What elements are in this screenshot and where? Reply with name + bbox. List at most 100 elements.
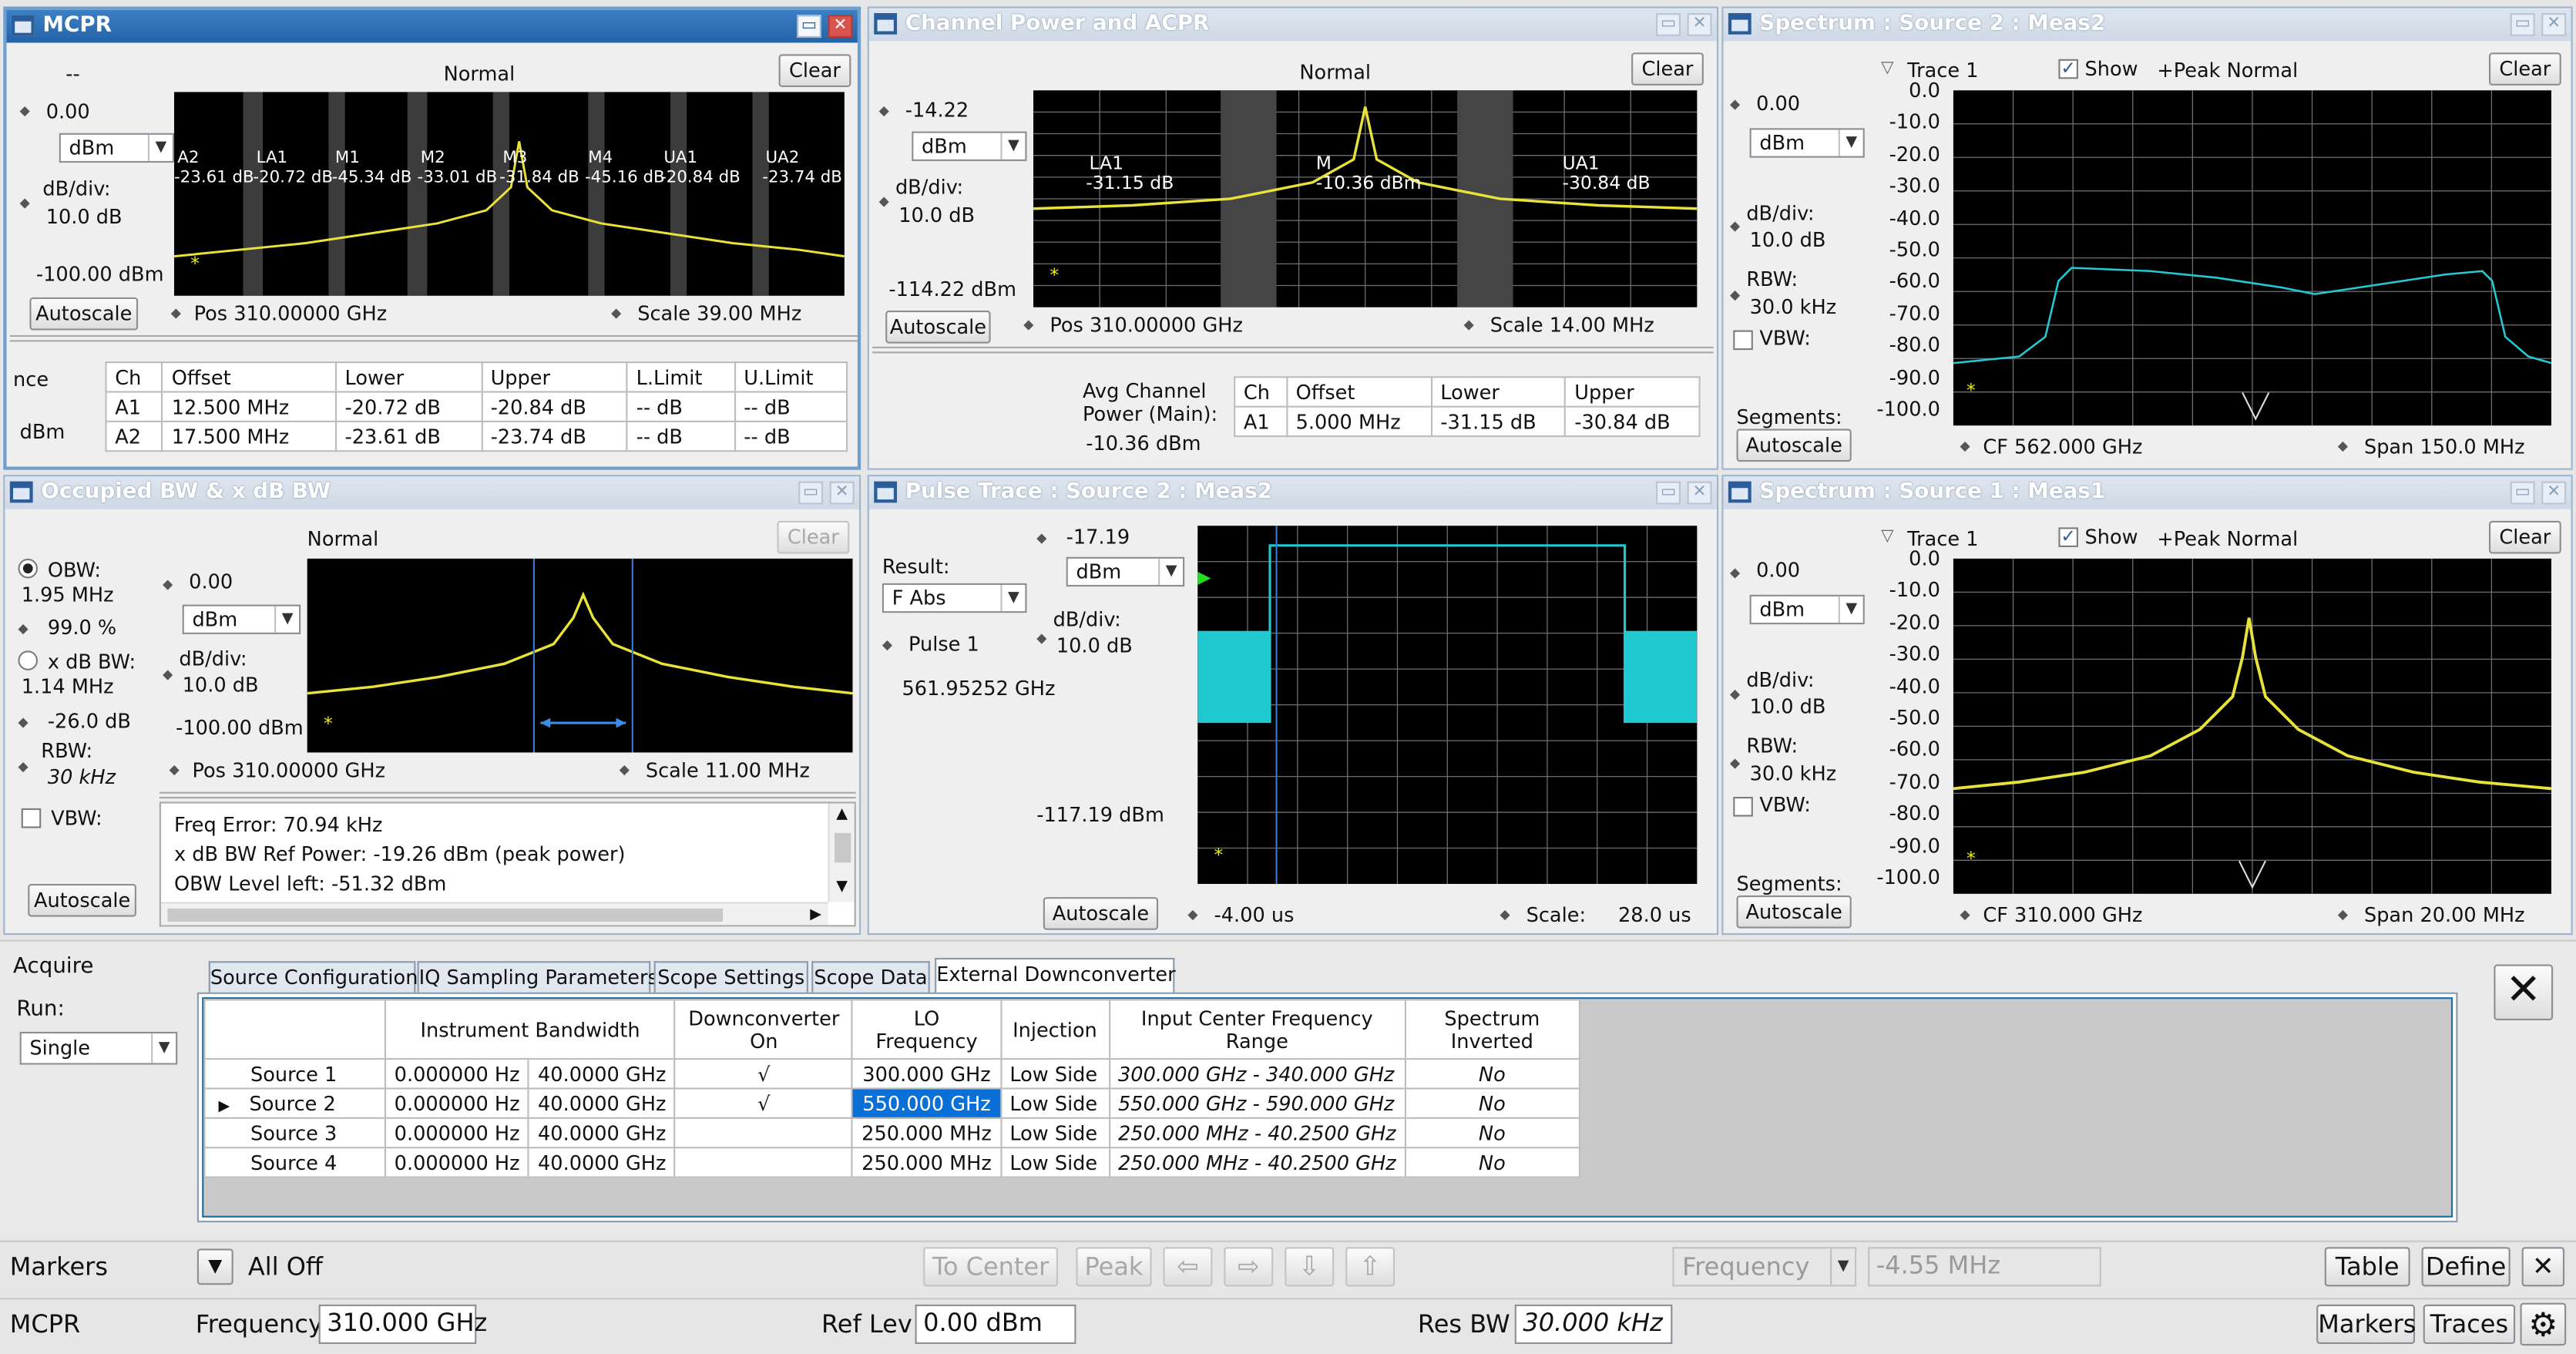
spin-icon[interactable]: ◆ bbox=[1023, 317, 1033, 331]
table-row[interactable]: Source 1 0.000000 Hz 40.0000 GHz √ 300.000 G… bbox=[203, 1058, 1580, 1090]
horizontal-scrollbar[interactable]: ▶ bbox=[160, 902, 828, 927]
rbw-value[interactable]: 30 kHz bbox=[48, 766, 116, 789]
mcpr-plot[interactable]: * A2-23.61 dBLA1-20.72 dBM1-45.34 dBM2-3… bbox=[173, 92, 845, 296]
tab-scope-settings[interactable]: Scope Settings bbox=[653, 961, 808, 994]
autoscale-button[interactable]: Autoscale bbox=[1043, 897, 1159, 930]
downconverter-on[interactable] bbox=[674, 1117, 854, 1149]
ref-level-value[interactable]: 0.00 bbox=[46, 100, 90, 123]
all-off-label[interactable]: All Off bbox=[248, 1253, 323, 1282]
spin-icon[interactable]: ◆ bbox=[18, 621, 28, 636]
pulse-titlebar[interactable]: Pulse Trace : Source 2 : Meas2 ▭ ✕ bbox=[868, 476, 1717, 509]
autoscale-button[interactable]: Autoscale bbox=[28, 884, 136, 917]
center-frequency[interactable]: CF 562.000 GHz bbox=[1983, 435, 2142, 459]
result-select[interactable]: F Abs ▼ bbox=[882, 583, 1027, 613]
center-position[interactable]: Pos 310.00000 GHz bbox=[192, 759, 385, 782]
clear-button[interactable]: Clear bbox=[777, 520, 850, 554]
spectrum-inverted[interactable]: No bbox=[1404, 1058, 1580, 1090]
spec2-plot[interactable]: * bbox=[1953, 90, 2551, 426]
spin-icon[interactable]: ◆ bbox=[170, 762, 180, 777]
unit-select[interactable]: dBm ▼ bbox=[1749, 594, 1865, 625]
mcpr-titlebar[interactable]: MCPR ▭ ✕ bbox=[6, 9, 858, 43]
spin-icon[interactable]: ◆ bbox=[171, 306, 181, 321]
close-button[interactable]: ✕ bbox=[2541, 13, 2567, 36]
dbdiv-value[interactable]: 10.0 dB bbox=[898, 203, 975, 227]
spin-icon[interactable]: ◆ bbox=[1464, 317, 1474, 331]
obw-plot[interactable]: * bbox=[307, 558, 853, 753]
span-value[interactable]: Span 150.0 MHz bbox=[2364, 435, 2525, 459]
ref-level-value[interactable]: 0.00 bbox=[1756, 559, 1800, 582]
frequency-field[interactable]: 310.000 GHz bbox=[318, 1304, 487, 1344]
vbw-checkbox[interactable] bbox=[1733, 797, 1753, 817]
spin-icon[interactable]: ◆ bbox=[163, 576, 173, 591]
ref-level-value[interactable]: -17.19 bbox=[1066, 526, 1130, 549]
arrow-left-button[interactable]: ⇦ bbox=[1163, 1247, 1213, 1287]
bandwidth-max[interactable]: 40.0000 GHz bbox=[528, 1058, 677, 1090]
bandwidth-min[interactable]: 0.000000 Hz bbox=[384, 1117, 530, 1149]
bandwidth-max[interactable]: 40.0000 GHz bbox=[528, 1087, 677, 1119]
show-checkbox[interactable]: ✓ bbox=[2058, 59, 2078, 79]
table-button[interactable]: Table bbox=[2324, 1247, 2410, 1287]
clear-button[interactable]: Clear bbox=[1631, 52, 1704, 86]
spin-icon[interactable]: ◆ bbox=[879, 103, 889, 118]
vertical-scrollbar[interactable]: ▲ ▼ bbox=[828, 803, 855, 902]
settings-button[interactable]: ⚙ bbox=[2520, 1302, 2567, 1346]
dbdiv-value[interactable]: 10.0 dB bbox=[46, 206, 123, 229]
injection[interactable]: Low Side bbox=[999, 1117, 1110, 1149]
table-row[interactable]: Source 3 0.000000 Hz 40.0000 GHz 250.000 MH… bbox=[203, 1117, 1580, 1149]
spectrum-inverted[interactable]: No bbox=[1404, 1087, 1580, 1119]
spin-icon[interactable]: ◆ bbox=[879, 194, 889, 209]
pulse-plot[interactable]: * bbox=[1197, 526, 1698, 885]
tab-iq-sampling-parameters[interactable]: IQ Sampling Parameters bbox=[417, 961, 658, 994]
autoscale-button[interactable]: Autoscale bbox=[29, 297, 139, 331]
center-frequency[interactable]: CF 310.000 GHz bbox=[1983, 904, 2142, 927]
close-panel-button[interactable]: ✕ bbox=[2494, 964, 2554, 1020]
spectrum-inverted[interactable]: No bbox=[1404, 1117, 1580, 1149]
restore-button[interactable]: ▭ bbox=[797, 15, 821, 39]
close-markers-button[interactable]: ✕ bbox=[2521, 1247, 2565, 1287]
center-position[interactable]: Pos 310.00000 GHz bbox=[1050, 314, 1243, 337]
spec1-titlebar[interactable]: Spectrum : Source 1 : Meas1 ▭ ✕ bbox=[1723, 476, 2571, 509]
xdb-radio[interactable] bbox=[18, 650, 39, 670]
spectrum-inverted[interactable]: No bbox=[1404, 1147, 1580, 1178]
bandwidth-max[interactable]: 40.0000 GHz bbox=[528, 1117, 677, 1149]
restore-button[interactable]: ▭ bbox=[1656, 481, 1681, 505]
scroll-right-icon[interactable]: ▶ bbox=[810, 904, 821, 927]
spin-icon[interactable]: ◆ bbox=[18, 714, 28, 729]
center-position[interactable]: Pos 310.00000 GHz bbox=[194, 302, 388, 325]
spin-icon[interactable]: ◆ bbox=[1960, 438, 1970, 453]
injection[interactable]: Low Side bbox=[999, 1087, 1110, 1119]
ref-level-value[interactable]: -14.22 bbox=[905, 99, 969, 122]
obw-percent[interactable]: 99.0 % bbox=[48, 617, 116, 640]
close-button[interactable]: ✕ bbox=[1687, 13, 1712, 36]
injection[interactable]: Low Side bbox=[999, 1058, 1110, 1090]
collapse-icon[interactable]: ▽ bbox=[1881, 58, 1893, 81]
spin-icon[interactable]: ◆ bbox=[1730, 287, 1740, 302]
peak-button[interactable]: Peak bbox=[1076, 1247, 1152, 1287]
vbw-checkbox[interactable] bbox=[21, 808, 42, 828]
close-button[interactable]: ✕ bbox=[1687, 481, 1712, 505]
run-select[interactable]: Single ▼ bbox=[19, 1031, 178, 1065]
xdb-level[interactable]: -26.0 dB bbox=[48, 710, 131, 733]
ref-level-value[interactable]: 0.00 bbox=[1756, 92, 1800, 115]
res-bw-field[interactable]: 30.000 kHz bbox=[1514, 1304, 1673, 1344]
close-button[interactable]: ✕ bbox=[829, 481, 855, 505]
scroll-up-icon[interactable]: ▲ bbox=[836, 804, 848, 827]
lo-frequency[interactable]: 300.000 GHz bbox=[851, 1058, 1002, 1090]
splitter[interactable] bbox=[159, 791, 856, 799]
bandwidth-max[interactable]: 40.0000 GHz bbox=[528, 1147, 677, 1178]
spin-icon[interactable]: ◆ bbox=[1730, 219, 1740, 234]
table-row[interactable]: A1 5.000 MHz -31.15 dB -30.84 dB bbox=[1234, 405, 1701, 438]
marker-readout-select[interactable]: Frequency ▼ bbox=[1672, 1247, 1857, 1287]
spin-icon[interactable]: ◆ bbox=[611, 306, 621, 321]
spin-icon[interactable]: ◆ bbox=[18, 759, 28, 774]
span-value[interactable]: Span 20.00 MHz bbox=[2364, 904, 2525, 927]
spin-icon[interactable]: ◆ bbox=[882, 637, 892, 652]
spin-icon[interactable]: ◆ bbox=[1036, 531, 1046, 546]
scroll-down-icon[interactable]: ▼ bbox=[836, 875, 848, 899]
table-row[interactable]: A2 17.500 MHz -23.61 dB -23.74 dB -- dB -- dB bbox=[105, 420, 848, 452]
autoscale-button[interactable]: Autoscale bbox=[1736, 895, 1852, 929]
clear-button[interactable]: Clear bbox=[2488, 52, 2561, 86]
table-row[interactable]: ▶ Source 2 0.000000 Hz 40.0000 GHz √ 550.000… bbox=[203, 1087, 1580, 1119]
restore-button[interactable]: ▭ bbox=[1656, 13, 1681, 36]
tab-external-downconverter[interactable]: External Downconverter bbox=[935, 957, 1176, 994]
